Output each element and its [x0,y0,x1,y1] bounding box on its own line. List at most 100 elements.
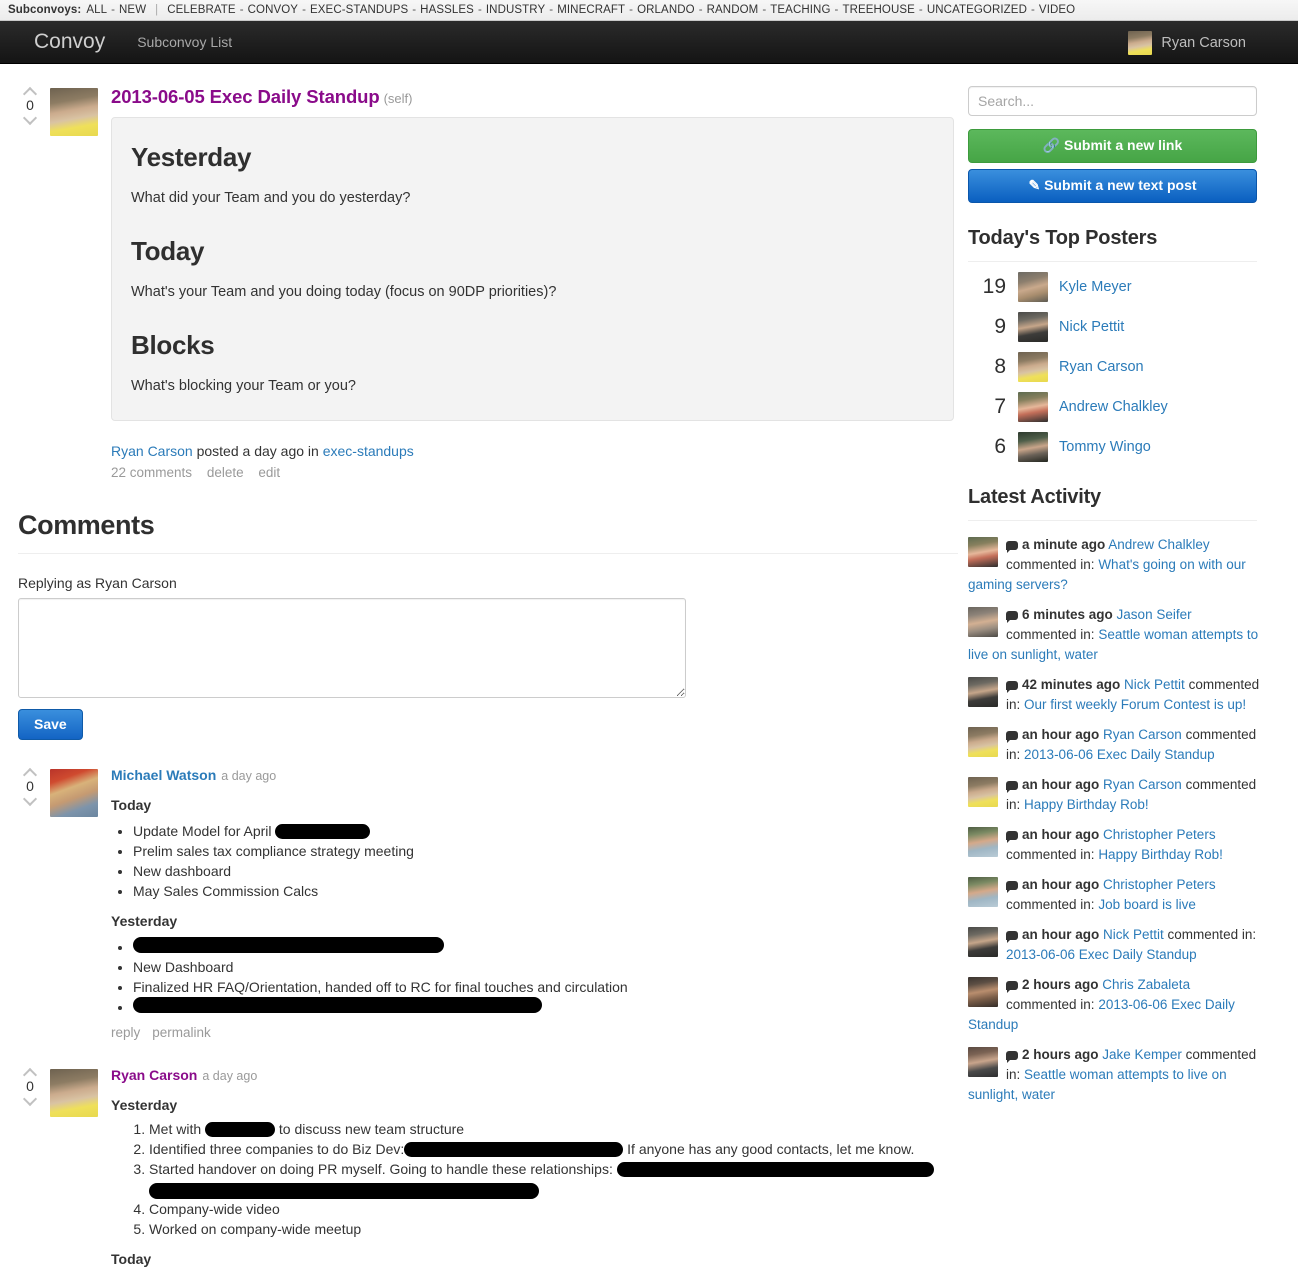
submit-new-link-button[interactable]: 🔗 Submit a new link [968,129,1257,163]
pencil-icon: ✎ [1028,177,1041,193]
list-item: Update Model for April [133,821,960,841]
activity-target-link[interactable]: Happy Birthday Rob! [1024,797,1149,812]
comment-sub-heading: Yesterday [111,1097,178,1113]
activity-user-link[interactable]: Andrew Chalkley [1108,537,1209,552]
subconvoy-link-all[interactable]: ALL [86,4,107,16]
user-menu[interactable]: Ryan Carson [1128,21,1246,64]
poster-count: 19 [982,275,1006,298]
submit-new-text-post-button[interactable]: ✎ Submit a new text post [968,169,1257,203]
top-poster-row: 6 Tommy Wingo [968,432,1280,462]
avatar [968,777,998,807]
comment: 0 Michael Watson a day ago Today Update Mode… [18,767,960,1040]
avatar [968,607,998,637]
activity-target-link[interactable]: 2013-06-06 Exec Daily Standup [1006,947,1197,962]
subconvoy-link-minecraft[interactable]: MINECRAFT [557,4,625,16]
activity-verb: commented in: [1006,997,1095,1012]
separator: - [302,4,307,16]
activity-user-link[interactable]: Christopher Peters [1103,877,1216,892]
search-input[interactable] [968,86,1257,116]
post-edit-link[interactable]: edit [258,465,280,480]
comment-header: Michael Watson a day ago [111,767,960,785]
poster-name-link[interactable]: Tommy Wingo [1059,439,1151,455]
activity-time: an hour ago [1022,777,1100,792]
activity-target-link[interactable]: 2013-06-06 Exec Daily Standup [1024,747,1215,762]
activity-user-link[interactable]: Nick Pettit [1103,927,1164,942]
post-author-link[interactable]: Ryan Carson [111,443,193,459]
comments-list: 0 Michael Watson a day ago Today Update Mode… [18,767,960,1267]
activity-target-link[interactable]: Our first weekly Forum Contest is up! [1024,697,1246,712]
upvote-icon[interactable] [24,1069,37,1077]
activity-target-link[interactable]: Job board is live [1098,897,1196,912]
activity-time: an hour ago [1022,877,1100,892]
top-posters-list: 19 Kyle Meyer 9 Nick Pettit 8 Ryan Carson 7 And… [968,272,1280,462]
comment-vote-widget[interactable]: 0 [18,767,42,803]
top-poster-row: 8 Ryan Carson [968,352,1280,382]
comment-vote-widget[interactable]: 0 [18,1067,42,1103]
upvote-icon[interactable] [24,88,37,96]
activity-user-link[interactable]: Jake Kemper [1102,1047,1182,1062]
subconvoy-link-industry[interactable]: INDUSTRY [486,4,545,16]
avatar [968,537,998,567]
activity-user-link[interactable]: Nick Pettit [1124,677,1185,692]
subconvoy-link-treehouse[interactable]: TREEHOUSE [842,4,914,16]
subconvoy-link-convoy[interactable]: CONVOY [248,4,298,16]
poster-name-link[interactable]: Andrew Chalkley [1059,399,1168,415]
main-column: 0 2013-06-05 Exec Daily Standup (self) Ye… [0,64,960,1267]
downvote-icon[interactable] [24,1095,37,1103]
poster-name-link[interactable]: Nick Pettit [1059,319,1124,335]
activity-target-link[interactable]: Happy Birthday Rob! [1098,847,1223,862]
activity-user-link[interactable]: Ryan Carson [1103,727,1182,742]
activity-user-link[interactable]: Christopher Peters [1103,827,1216,842]
comment-bubble-icon [1006,611,1018,623]
subconvoy-link-video[interactable]: VIDEO [1039,4,1075,16]
downvote-icon[interactable] [24,114,37,122]
separator: - [629,4,634,16]
nav-subconvoy-list[interactable]: Subconvoy List [137,34,232,50]
comment-textarea[interactable] [18,598,686,698]
comment-author-link[interactable]: Ryan Carson [111,1067,197,1083]
activity-user-link[interactable]: Ryan Carson [1103,777,1182,792]
poster-name-link[interactable]: Kyle Meyer [1059,279,1132,295]
post-vote-widget[interactable]: 0 [18,86,42,122]
avatar [1018,352,1048,382]
save-button[interactable]: Save [18,709,83,740]
activity-user-link[interactable]: Chris Zabaleta [1102,977,1190,992]
post-comments-count-link[interactable]: 22 comments [111,465,192,480]
comment-bubble-icon [1006,681,1018,693]
comments-heading: Comments [18,510,155,540]
comment-permalink-link[interactable]: permalink [152,1025,211,1040]
subconvoy-link-uncategorized[interactable]: UNCATEGORIZED [927,4,1027,16]
sidebar: 🔗 Submit a new link ✎ Submit a new text … [960,64,1280,1267]
activity-item: an hour ago Ryan Carson commented in: Ha… [968,775,1260,815]
comment-time: a day ago [221,769,277,783]
separator: - [477,4,482,16]
separator: - [762,4,767,16]
subconvoy-link-new[interactable]: NEW [119,4,146,16]
activity-user-link[interactable]: Jason Seifer [1117,607,1192,622]
subconvoy-link-exec-standups[interactable]: EXEC-STANDUPS [310,4,408,16]
comment-reply-link[interactable]: reply [111,1025,140,1040]
post-title-link[interactable]: 2013-06-05 Exec Daily Standup [111,86,380,107]
top-posters-heading: Today's Top Posters [968,227,1158,249]
avatar [968,677,998,707]
subconvoy-link-celebrate[interactable]: CELEBRATE [167,4,235,16]
poster-name-link[interactable]: Ryan Carson [1059,359,1144,375]
activity-item: 42 minutes ago Nick Pettit commented in:… [968,675,1260,715]
post-subconvoy-link[interactable]: exec-standups [323,443,414,459]
latest-activity-heading: Latest Activity [968,486,1101,508]
subconvoy-link-random[interactable]: RANDOM [707,4,759,16]
subconvoy-link-hassles[interactable]: HASSLES [420,4,474,16]
comment-author-link[interactable]: Michael Watson [111,767,216,783]
post-section-heading: Today [131,236,205,266]
subconvoy-link-teaching[interactable]: TEACHING [770,4,830,16]
post-delete-link[interactable]: delete [207,465,244,480]
post-title-row: 2013-06-05 Exec Daily Standup (self) [111,86,960,108]
comment-header: Ryan Carson a day ago [111,1067,960,1085]
avatar [1018,432,1048,462]
upvote-icon[interactable] [24,769,37,777]
list-item [133,997,960,1017]
separator: - [834,4,839,16]
brand-logo[interactable]: Convoy [34,30,105,54]
subconvoy-link-orlando[interactable]: ORLANDO [637,4,695,16]
downvote-icon[interactable] [24,795,37,803]
